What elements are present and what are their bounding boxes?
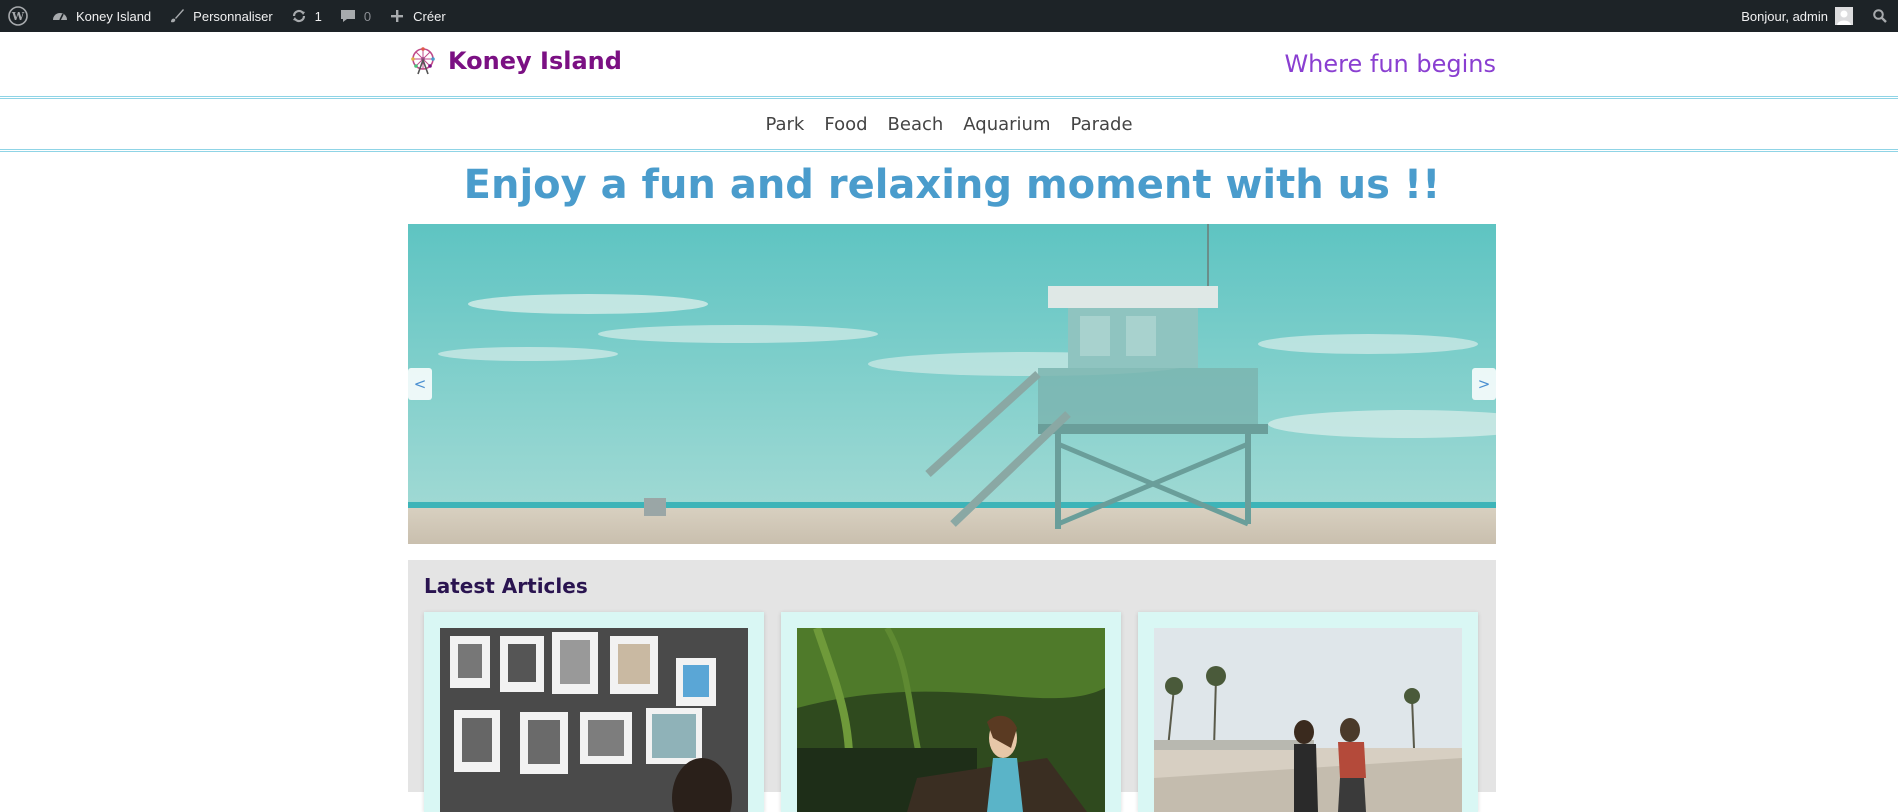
- header-divider-top: [0, 96, 1898, 97]
- hero-slider[interactable]: < >: [408, 224, 1496, 544]
- nav-divider-top: [0, 149, 1898, 150]
- article-thumbnail[interactable]: [797, 628, 1105, 812]
- avatar: [1834, 6, 1854, 26]
- nav-item-park[interactable]: Park: [755, 114, 814, 135]
- comment-icon: [338, 6, 358, 26]
- plus-icon: [387, 6, 407, 26]
- admin-bar: W Koney Island Personnaliser 1 0 Créer B…: [0, 0, 1898, 32]
- updates-link[interactable]: 1: [281, 0, 330, 32]
- latest-articles-section: Latest Articles: [408, 560, 1496, 812]
- comments-link[interactable]: 0: [330, 0, 379, 32]
- article-card[interactable]: [781, 612, 1121, 812]
- comments-count: 0: [363, 8, 372, 24]
- customize-label: Personnaliser: [193, 8, 273, 24]
- article-thumbnail[interactable]: [440, 628, 748, 812]
- admin-site-name: Koney Island: [76, 8, 152, 24]
- brush-icon: [167, 6, 187, 26]
- article-card[interactable]: [424, 612, 764, 812]
- article-card[interactable]: [1138, 612, 1478, 812]
- wordpress-logo-button[interactable]: W: [0, 0, 42, 32]
- dashboard-icon: [50, 6, 70, 26]
- site-header: Koney Island Where fun begins: [0, 32, 1898, 96]
- updates-count: 1: [314, 8, 322, 24]
- new-content-link[interactable]: Créer: [379, 0, 454, 32]
- admin-site-link[interactable]: Koney Island: [42, 0, 159, 32]
- customize-link[interactable]: Personnaliser: [159, 0, 281, 32]
- ferris-wheel-icon: [408, 46, 438, 76]
- site-branding[interactable]: Koney Island: [408, 46, 622, 76]
- admin-search-button[interactable]: [1862, 0, 1898, 32]
- slider-prev-button[interactable]: <: [408, 368, 432, 400]
- nav-item-beach[interactable]: Beach: [878, 114, 954, 135]
- nav-item-parade[interactable]: Parade: [1061, 114, 1143, 135]
- hero-title: Enjoy a fun and relaxing moment with us …: [463, 162, 1441, 208]
- latest-articles-heading: Latest Articles: [424, 574, 588, 598]
- new-content-label: Créer: [413, 8, 446, 24]
- nav-item-food[interactable]: Food: [814, 114, 877, 135]
- svg-text:W: W: [11, 10, 25, 23]
- slider-next-button[interactable]: >: [1472, 368, 1496, 400]
- main-navigation: Park Food Beach Aquarium Parade: [0, 100, 1898, 148]
- site-title[interactable]: Koney Island: [448, 47, 622, 75]
- wordpress-icon: W: [8, 6, 28, 26]
- beach-lifeguard-image: [408, 224, 1496, 544]
- nav-divider-bottom: [0, 151, 1898, 152]
- site-tagline: Where fun begins: [1284, 50, 1496, 78]
- updates-icon: [289, 6, 309, 26]
- nav-item-aquarium[interactable]: Aquarium: [953, 114, 1060, 135]
- search-icon: [1870, 6, 1890, 26]
- article-thumbnail[interactable]: [1154, 628, 1462, 812]
- header-divider-bottom: [0, 98, 1898, 99]
- greeting-label: Bonjour, admin: [1741, 8, 1828, 24]
- my-account-link[interactable]: Bonjour, admin: [1733, 0, 1862, 32]
